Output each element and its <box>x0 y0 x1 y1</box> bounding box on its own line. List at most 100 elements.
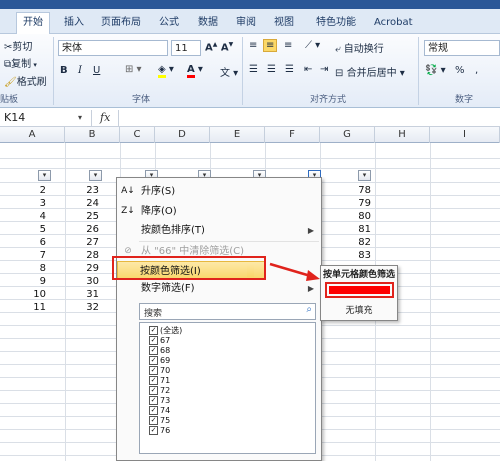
red-fill-swatch[interactable] <box>329 286 390 294</box>
bold-button[interactable]: B <box>60 65 68 76</box>
fill-color-icon[interactable]: ◈ ▾ <box>158 64 174 78</box>
list-item[interactable]: ✓ 75 <box>144 416 170 426</box>
sort-descending-label: 降序(O) <box>141 206 177 217</box>
checkbox[interactable]: ✓ <box>149 346 158 355</box>
no-fill-option[interactable]: 无填充 <box>321 303 397 316</box>
column-header-e[interactable]: E <box>210 127 265 143</box>
list-item[interactable]: ✓ 76 <box>144 426 170 436</box>
column-header-f[interactable]: F <box>265 127 320 143</box>
filter-dropdown-a[interactable]: ▾ <box>38 170 51 181</box>
list-item[interactable]: ✓ 74 <box>144 406 170 416</box>
checkbox[interactable]: ✓ <box>149 326 158 335</box>
list-item[interactable]: ✓ 73 <box>144 396 170 406</box>
copy-button[interactable]: ⧉复制 ▾ <box>4 55 37 70</box>
format-painter-label: 格式刷 <box>16 77 47 88</box>
column-header-a[interactable]: A <box>0 127 65 143</box>
underline-button[interactable]: U <box>93 65 100 76</box>
font-name-select[interactable]: 宋体 <box>58 40 168 56</box>
list-item[interactable]: ✓ 69 <box>144 356 170 366</box>
annotation-arrow-icon <box>269 262 320 281</box>
comma-style-icon[interactable]: , <box>475 65 478 76</box>
submenu-title: 按单元格颜色筛选 <box>323 270 396 280</box>
column-header-h[interactable]: H <box>375 127 430 143</box>
checkbox[interactable]: ✓ <box>149 416 158 425</box>
cut-label: 剪切 <box>12 42 33 53</box>
align-right-icon[interactable]: ☰ <box>285 64 294 75</box>
tab-formulas[interactable]: 公式 <box>153 13 185 33</box>
merge-center-button[interactable]: ⊟ 合并后居中 ▾ <box>335 64 405 79</box>
checkbox[interactable]: ✓ <box>149 376 158 385</box>
column-header-g[interactable]: G <box>320 127 375 143</box>
border-icon[interactable]: ⊞ ▾ <box>125 64 142 75</box>
align-middle-icon[interactable]: ≡ <box>263 39 278 52</box>
increase-indent-icon[interactable]: ⇥ <box>320 64 328 75</box>
tab-home[interactable]: 开始 <box>16 12 50 35</box>
checkbox[interactable]: ✓ <box>149 426 158 435</box>
wrap-text-button[interactable]: ⤶ 自动换行 <box>335 40 384 55</box>
list-item[interactable]: ✓ (全选) <box>144 326 182 336</box>
checkbox[interactable]: ✓ <box>149 406 158 415</box>
checkbox[interactable]: ✓ <box>149 356 158 365</box>
column-header-b[interactable]: B <box>65 127 120 143</box>
brush-icon: 🖌 <box>4 77 17 88</box>
grow-font-button[interactable]: A▲ A▼ <box>205 41 233 53</box>
search-icon[interactable]: ⌕ <box>306 304 312 315</box>
italic-button[interactable]: I <box>78 65 82 76</box>
wrap-text-label: 自动换行 <box>343 44 384 55</box>
cut-button[interactable]: ✂剪切 <box>4 38 32 53</box>
align-top-icon[interactable]: ≡ <box>249 40 257 51</box>
cell-g[interactable]: 83 <box>320 248 371 263</box>
chevron-down-icon[interactable]: ▾ <box>78 113 82 122</box>
merge-center-label: 合并后居中 <box>346 68 397 79</box>
merge-icon: ⊟ <box>335 68 344 79</box>
list-item[interactable]: ✓ 68 <box>144 346 170 356</box>
filter-dropdown-g[interactable]: ▾ <box>358 170 371 181</box>
cell-b[interactable]: 32 <box>65 300 99 315</box>
formula-input[interactable] <box>118 110 500 126</box>
format-painter-button[interactable]: 🖌格式刷 <box>4 73 47 88</box>
list-item[interactable]: ✓ 71 <box>144 376 170 386</box>
font-color-icon[interactable]: A ▾ <box>187 64 203 78</box>
list-item[interactable]: ✓ 67 <box>144 336 170 346</box>
filter-dropdown-b[interactable]: ▾ <box>89 170 102 181</box>
decrease-indent-icon[interactable]: ⇤ <box>304 64 312 75</box>
number-format-select[interactable]: 常规 <box>424 40 500 56</box>
sort-by-color-item[interactable]: 按颜色排序(T) ▶ <box>118 221 320 240</box>
currency-icon[interactable]: 💱 ▾ <box>425 65 446 76</box>
sort-ascending-item[interactable]: A↓ 升序(S) <box>118 182 320 201</box>
font-size-select[interactable]: 11 <box>171 40 201 56</box>
search-input[interactable]: 搜索 ⌕ <box>139 303 316 320</box>
checkbox[interactable]: ✓ <box>149 366 158 375</box>
checkbox[interactable]: ✓ <box>149 336 158 345</box>
checkbox[interactable]: ✓ <box>149 386 158 395</box>
orientation-icon[interactable]: ⟋ ▾ <box>305 40 320 51</box>
sort-ascending-icon: A↓ <box>121 186 135 196</box>
list-item-label: 71 <box>160 376 171 385</box>
column-headers: A B C D E F G H I <box>0 127 500 143</box>
list-item-label: 72 <box>160 386 171 395</box>
tab-page-layout[interactable]: 页面布局 <box>95 13 147 33</box>
tab-view[interactable]: 视图 <box>268 13 300 33</box>
list-item-label: 70 <box>160 366 171 375</box>
column-header-d[interactable]: D <box>155 127 210 143</box>
tab-review[interactable]: 审阅 <box>230 13 262 33</box>
list-item[interactable]: ✓ 72 <box>144 386 170 396</box>
align-bottom-icon[interactable]: ≡ <box>284 40 292 51</box>
align-center-icon[interactable]: ☰ <box>267 64 276 75</box>
percent-button[interactable]: % <box>455 65 465 76</box>
column-header-c[interactable]: C <box>120 127 155 143</box>
sort-descending-item[interactable]: Z↓ 降序(O) <box>118 202 320 221</box>
column-header-i[interactable]: I <box>430 127 500 143</box>
tab-acrobat[interactable]: Acrobat <box>368 13 419 33</box>
align-left-icon[interactable]: ☰ <box>249 64 258 75</box>
checkbox[interactable]: ✓ <box>149 396 158 405</box>
tab-insert[interactable]: 插入 <box>58 13 90 33</box>
phonetic-icon[interactable]: 文 ▾ <box>220 64 238 79</box>
tab-special-features[interactable]: 特色功能 <box>310 13 362 33</box>
list-item[interactable]: ✓ 70 <box>144 366 170 376</box>
sort-descending-icon: Z↓ <box>121 206 135 216</box>
divider <box>53 37 54 105</box>
cell-a[interactable]: 11 <box>0 300 46 315</box>
function-icon[interactable]: fx <box>100 111 110 124</box>
tab-data[interactable]: 数据 <box>192 13 224 33</box>
